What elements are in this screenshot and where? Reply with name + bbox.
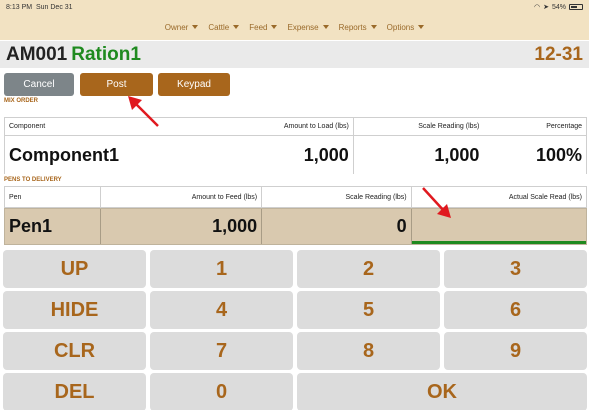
col-percentage: Percentage xyxy=(546,123,583,130)
nav-reports[interactable]: Reports xyxy=(339,23,377,32)
status-indicators: ◠ ➤ 54% xyxy=(534,3,583,11)
location-icon: ➤ xyxy=(543,4,549,11)
cell-component: Component1 xyxy=(9,144,119,165)
key-up[interactable]: UP xyxy=(3,250,146,288)
wifi-icon: ◠ xyxy=(534,4,541,11)
cell-pen-scale-reading: 0 xyxy=(262,209,412,244)
order-date: 12-31 xyxy=(534,43,583,65)
mix-order-header: Component Amount to Load (lbs) Scale Rea… xyxy=(4,117,587,136)
ration-name: Ration1 xyxy=(71,43,141,65)
key-1[interactable]: 1 xyxy=(150,250,293,288)
annotation-arrow-actual-scale xyxy=(422,187,451,218)
nav-options[interactable]: Options xyxy=(387,23,425,32)
battery-percent: 54% xyxy=(551,3,566,11)
main-nav: Owner Cattle Feed Expense Reports Option… xyxy=(0,14,589,40)
feed-mix-screen: 8:13 PM Sun Dec 31 ◠ ➤ 54% Owner Cattle … xyxy=(0,0,589,410)
pens-to-delivery-label: PENS TO DELIVERY xyxy=(4,177,62,183)
pens-header: Pen Amount to Feed (lbs) Scale Reading (… xyxy=(4,186,587,208)
page-title: AM001 Ration1 xyxy=(6,44,141,66)
key-hide[interactable]: HIDE xyxy=(3,291,146,329)
cell-amount-to-feed: 1,000 xyxy=(101,209,263,244)
numeric-keypad: UP 1 2 3 HIDE 4 5 6 CLR 7 8 9 DEL 0 OK xyxy=(3,250,587,410)
caret-down-icon xyxy=(418,25,425,29)
nav-cattle-label: Cattle xyxy=(208,22,230,32)
caret-down-icon xyxy=(271,25,278,29)
key-2[interactable]: 2 xyxy=(297,250,440,288)
key-6[interactable]: 6 xyxy=(444,291,587,329)
nav-owner-label: Owner xyxy=(164,22,189,32)
table-row: Pen1 1,000 0 xyxy=(4,208,587,245)
arrow-shaft xyxy=(133,101,159,127)
nav-owner[interactable]: Owner xyxy=(165,23,199,32)
cell-percentage: 100% xyxy=(535,144,583,165)
key-del[interactable]: DEL xyxy=(3,373,146,410)
battery-icon xyxy=(569,4,583,10)
col-amount-to-feed: Amount to Feed (lbs) xyxy=(101,187,263,207)
nav-feed-label: Feed xyxy=(249,22,268,32)
col-pen: Pen xyxy=(5,187,101,207)
col-amount-to-load: Amount to Load (lbs) xyxy=(184,118,354,135)
table-row: Component1 1,000 1,000 100% xyxy=(4,136,587,174)
status-time-date: 8:13 PM Sun Dec 31 xyxy=(6,4,73,11)
status-bar: 8:13 PM Sun Dec 31 ◠ ➤ 54% xyxy=(0,0,589,14)
caret-down-icon xyxy=(322,25,329,29)
cell-amount-to-load: 1,000 xyxy=(184,136,354,174)
status-time: 8:13 PM xyxy=(6,3,33,11)
nav-options-label: Options xyxy=(386,22,415,32)
key-7[interactable]: 7 xyxy=(150,332,293,370)
key-clr[interactable]: CLR xyxy=(3,332,146,370)
nav-expense-label: Expense xyxy=(287,22,319,32)
caret-down-icon xyxy=(233,25,240,29)
key-3[interactable]: 3 xyxy=(444,250,587,288)
key-9[interactable]: 9 xyxy=(444,332,587,370)
order-code: AM001 xyxy=(6,43,68,65)
key-4[interactable]: 4 xyxy=(150,291,293,329)
caret-down-icon xyxy=(192,25,199,29)
key-ok[interactable]: OK xyxy=(297,373,587,410)
cancel-button[interactable]: Cancel xyxy=(4,73,74,96)
nav-reports-label: Reports xyxy=(338,22,367,32)
cell-pen: Pen1 xyxy=(5,209,101,244)
page-title-bar: AM001 Ration1 12-31 xyxy=(0,41,589,68)
nav-feed[interactable]: Feed xyxy=(249,22,278,32)
nav-expense[interactable]: Expense xyxy=(287,22,329,32)
nav-cattle[interactable]: Cattle xyxy=(208,22,240,32)
status-date: Sun Dec 31 xyxy=(35,3,73,11)
col-scale-reading: Scale Reading (lbs) xyxy=(418,123,480,130)
cell-scale-reading: 1,000 xyxy=(434,144,480,165)
arrow-shaft xyxy=(422,187,446,213)
mix-order-label: MIX ORDER xyxy=(4,98,39,104)
annotation-arrow-post xyxy=(128,96,159,127)
key-5[interactable]: 5 xyxy=(297,291,440,329)
key-0[interactable]: 0 xyxy=(150,373,293,410)
caret-down-icon xyxy=(370,25,377,29)
col-pen-scale-reading: Scale Reading (lbs) xyxy=(262,187,412,207)
key-8[interactable]: 8 xyxy=(297,332,440,370)
